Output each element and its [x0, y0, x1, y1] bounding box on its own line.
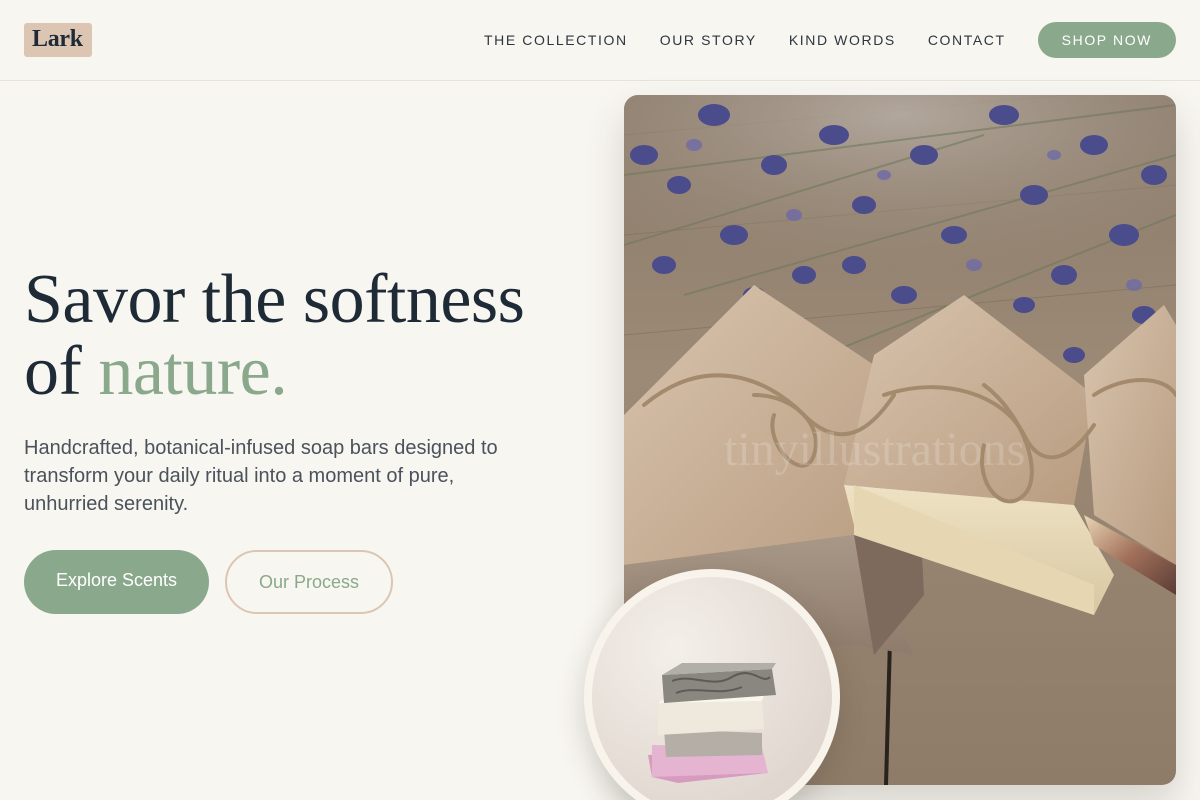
stacked-soap-image: [592, 577, 832, 800]
hero-title-line1: Savor the softness: [24, 261, 525, 338]
nav-link-kind-words[interactable]: KIND WORDS: [789, 32, 896, 48]
nav-link-collection[interactable]: THE COLLECTION: [484, 32, 628, 48]
our-process-button[interactable]: Our Process: [225, 550, 393, 614]
shop-now-button[interactable]: SHOP NOW: [1037, 22, 1176, 58]
svg-text:tinyillustrations: tinyillustrations: [724, 423, 1025, 476]
main-nav: THE COLLECTION OUR STORY KIND WORDS CONT…: [484, 22, 1176, 58]
brand-logo[interactable]: Lark: [24, 23, 92, 57]
nav-link-contact[interactable]: CONTACT: [928, 32, 1006, 48]
site-header: Lark THE COLLECTION OUR STORY KIND WORDS…: [0, 0, 1200, 81]
hero-title-accent: nature.: [98, 333, 288, 410]
hero-title: Savor the softness of nature.: [24, 264, 584, 408]
explore-scents-button[interactable]: Explore Scents: [24, 550, 209, 614]
hero-subtitle: Handcrafted, botanical-infused soap bars…: [24, 437, 498, 515]
hero-title-line2-prefix: of: [24, 333, 99, 410]
nav-link-our-story[interactable]: OUR STORY: [660, 32, 757, 48]
